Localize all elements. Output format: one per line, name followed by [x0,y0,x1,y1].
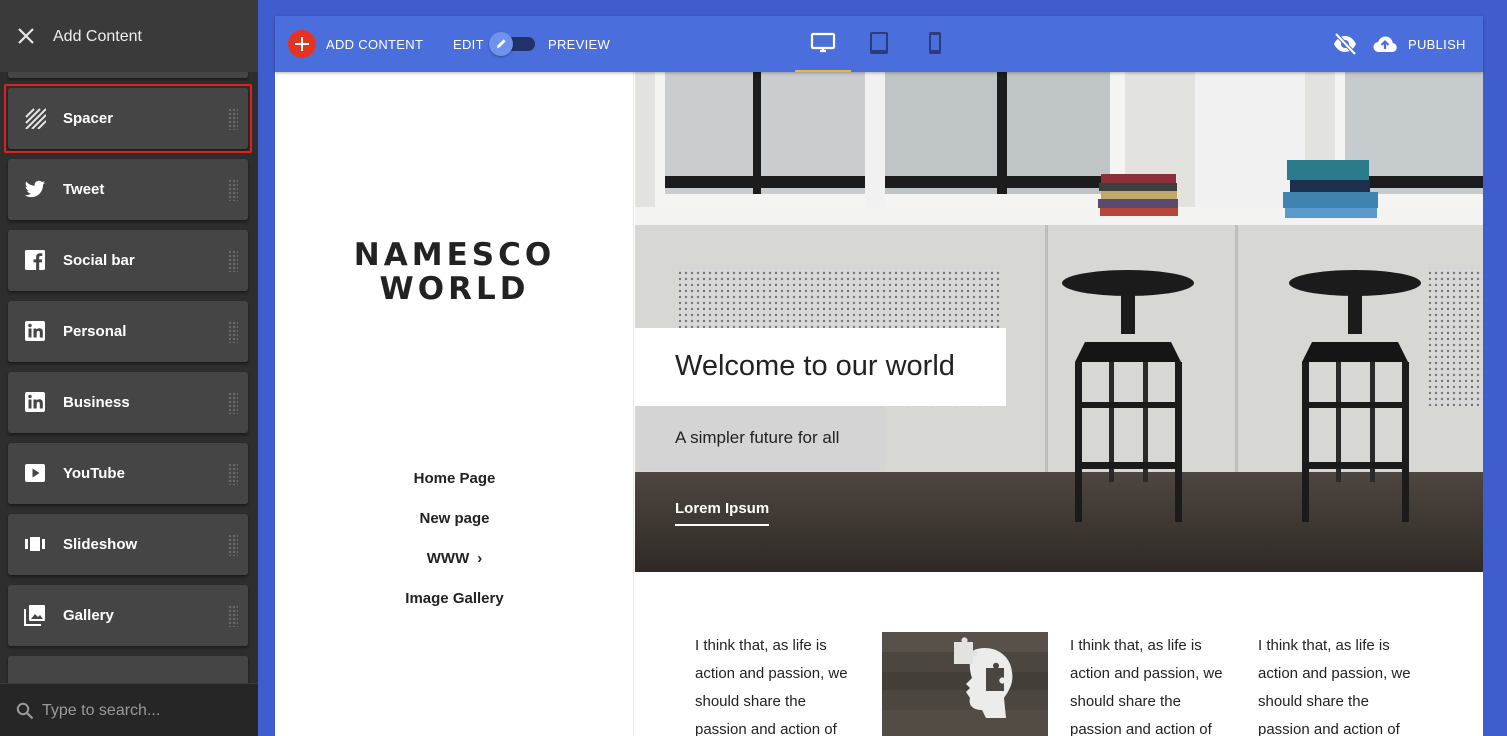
puzzle-head-picture [882,632,1048,736]
pencil-icon [497,39,506,48]
close-icon[interactable] [14,24,38,48]
nav-image-gallery[interactable]: Image Gallery [275,590,634,607]
column-text-3[interactable]: I think that, as life is action and pass… [1258,632,1423,736]
widget-tweet[interactable]: Tweet [8,159,248,220]
hero-background-image [635,72,1483,572]
facebook-icon [25,250,45,270]
panel-header: Add Content [0,0,258,72]
widget-business[interactable]: Business [8,372,248,433]
tablet-icon[interactable] [866,30,892,56]
youtube-icon [25,464,45,482]
edit-preview-toggle[interactable] [489,32,537,56]
widget-social-bar[interactable]: Social bar [8,230,248,291]
hero-section[interactable]: Welcome to our world A simpler future fo… [635,72,1483,572]
widget-slideshow[interactable]: Slideshow [8,514,248,575]
widget-label: Tweet [63,181,105,198]
drag-handle-icon[interactable] [228,463,238,485]
widget-youtube[interactable]: YouTube [8,443,248,504]
drag-handle-icon[interactable] [228,108,238,130]
nav-new-page[interactable]: New page [275,510,634,527]
drag-handle-icon[interactable] [228,605,238,627]
puzzle-head-image[interactable] [882,632,1048,736]
drag-handle-icon[interactable] [228,534,238,556]
page-canvas: NAMESCO WORLD Home Page New page WWW › Im… [275,72,1483,736]
widget-label: Social bar [63,252,135,269]
drag-handle-icon[interactable] [228,392,238,414]
nav-www-label: WWW [426,550,470,567]
slideshow-icon [25,537,45,551]
add-content-panel: Add Content Spacer Tweet Social bar Pers… [0,0,258,736]
drag-handle-icon[interactable] [228,321,238,343]
nav-www[interactable]: WWW › [275,550,634,567]
linkedin-icon [25,392,45,412]
twitter-icon [24,180,46,198]
toggle-knob [489,32,513,56]
hero-title: Welcome to our world [675,350,955,382]
hero-link[interactable]: Lorem Ipsum [675,500,770,526]
hero-subtitle: A simpler future for all [675,428,840,447]
content-columns: I think that, as life is action and pass… [635,572,1483,736]
add-content-label[interactable]: ADD CONTENT [326,37,423,52]
widget-label: Slideshow [63,536,138,553]
hero-title-box: Welcome to our world [635,328,1006,406]
editor-toolbar: ADD CONTENT EDIT PREVIEW PUBLISH [275,16,1483,72]
mobile-icon[interactable] [922,30,948,56]
column-text-2[interactable]: I think that, as life is action and pass… [1070,632,1235,736]
edit-label[interactable]: EDIT [453,37,484,52]
widget-label: Business [63,394,130,411]
spacer-icon [25,108,46,129]
drag-handle-icon[interactable] [228,250,238,272]
panel-title: Add Content [53,28,142,45]
column-text-1[interactable]: I think that, as life is action and pass… [695,632,860,736]
hero-subtitle-box: A simpler future for all [635,406,885,471]
visibility-off-icon[interactable] [1332,32,1358,56]
linkedin-icon [25,321,45,341]
cloud-upload-icon[interactable] [1372,31,1398,57]
chevron-right-icon: › [477,550,483,567]
widget-gallery[interactable]: Gallery [8,585,248,646]
widget-search-input[interactable] [42,698,242,724]
brand-line-2: WORLD [379,271,530,307]
widget-search-bar [0,683,258,736]
nav-home-page[interactable]: Home Page [275,470,634,487]
search-icon [16,702,34,720]
preview-label[interactable]: PREVIEW [548,37,610,52]
add-content-button[interactable] [288,30,316,58]
site-logo-text[interactable]: NAMESCO WORLD [275,238,634,306]
widget-label: Spacer [63,110,114,127]
widget-label: YouTube [63,465,125,482]
widget-label: Gallery [63,607,114,624]
brand-line-1: NAMESCO [353,237,556,273]
gallery-icon [24,605,45,626]
desktop-icon[interactable] [810,30,836,56]
widget-personal[interactable]: Personal [8,301,248,362]
site-header-column: NAMESCO WORLD Home Page New page WWW › Im… [275,72,634,736]
publish-button[interactable]: PUBLISH [1408,37,1466,52]
drag-handle-icon[interactable] [228,179,238,201]
widget-spacer[interactable]: Spacer [4,84,252,153]
widget-label: Personal [63,323,127,340]
active-device-indicator [795,70,851,72]
